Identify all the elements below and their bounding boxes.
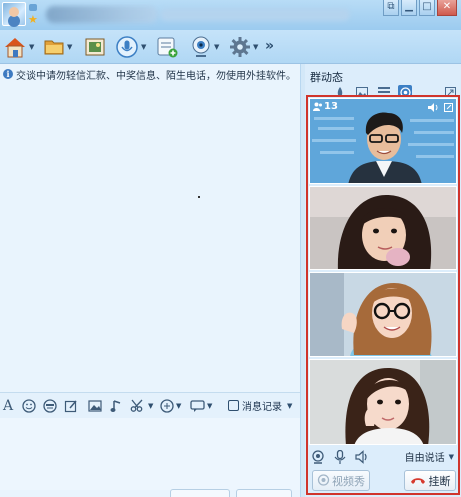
- quick-reply-dropdown-icon[interactable]: ▼: [207, 402, 212, 410]
- chevron-down-icon: ▼: [448, 452, 454, 461]
- message-record-button[interactable]: 消息记录 ▼: [228, 398, 292, 413]
- send-button[interactable]: [236, 489, 292, 497]
- message-record-dropdown-icon[interactable]: ▼: [287, 402, 292, 410]
- video-show-icon: [317, 474, 330, 486]
- restore-button[interactable]: ⧉: [383, 0, 399, 16]
- video-action-row: 视频秀 挂断: [308, 469, 458, 493]
- cursor-dot: [198, 196, 200, 198]
- picture-button[interactable]: [84, 33, 106, 61]
- status-icon: [29, 4, 37, 11]
- history-icon: [228, 400, 239, 411]
- main-toolbar: ▼ ▼ ▼ ▼ ▼ »: [0, 30, 461, 64]
- shake-dropdown-icon[interactable]: ▼: [176, 402, 181, 410]
- folder-icon: [44, 40, 64, 55]
- send-image-icon[interactable]: [88, 398, 102, 414]
- title-bar: ★ ⧉ ▁ □ ✕: [0, 0, 461, 30]
- music-icon[interactable]: [110, 398, 122, 414]
- folder-button[interactable]: ▼: [43, 33, 72, 61]
- voice-button[interactable]: ▼: [115, 33, 146, 61]
- video-control-bar: 自由说话 ▼: [308, 447, 458, 467]
- camera-toggle-icon[interactable]: [311, 450, 325, 464]
- video-tile[interactable]: 13: [309, 98, 457, 184]
- phone-hangup-icon: [410, 477, 425, 484]
- window-controls: ⧉ ▁ □ ✕: [383, 0, 457, 16]
- home-button[interactable]: ▼: [3, 33, 34, 61]
- group-avatar[interactable]: [2, 2, 26, 26]
- gear-icon: [230, 37, 250, 57]
- app-button[interactable]: [155, 33, 179, 61]
- security-notice-text: 交谈中请勿轻信汇款、中奖信息、陌生电话，勿使用外挂软件。: [16, 70, 296, 82]
- group-side-panel: 群动态 13 自由说话 ▼ 视频秀 挂断: [305, 64, 461, 497]
- voice-dropdown-icon[interactable]: ▼: [141, 43, 146, 51]
- video-tile[interactable]: [309, 359, 457, 445]
- quick-reply-icon[interactable]: ▼: [190, 398, 212, 414]
- hangup-label: 挂断: [428, 474, 451, 488]
- settings-button[interactable]: ▼: [229, 33, 258, 61]
- star-icon: ★: [28, 13, 38, 26]
- webcam-dropdown-icon[interactable]: ▼: [214, 43, 219, 51]
- scissors-dropdown-icon[interactable]: ▼: [148, 402, 153, 410]
- message-input[interactable]: [0, 418, 300, 490]
- group-name-blurred: [46, 6, 158, 23]
- shake-icon[interactable]: ▼: [160, 398, 181, 414]
- folder-dropdown-icon[interactable]: ▼: [67, 43, 72, 51]
- group-info-blurred: [160, 8, 350, 21]
- member-count: 13: [324, 101, 338, 112]
- app-icon: [157, 37, 178, 58]
- microphone-icon[interactable]: [334, 450, 346, 464]
- speak-mode-label: 自由说话: [404, 453, 445, 464]
- webcam-button[interactable]: ▼: [190, 33, 219, 61]
- magic-emoji-icon[interactable]: [43, 398, 57, 414]
- picture-icon: [85, 38, 105, 56]
- home-icon: [5, 38, 25, 58]
- hangup-button[interactable]: 挂断: [404, 470, 456, 491]
- group-video-panel: 13 自由说话 ▼ 视频秀 挂断: [306, 95, 460, 495]
- info-icon: i: [3, 69, 13, 79]
- popout-icon[interactable]: [444, 103, 453, 112]
- volume-icon[interactable]: [355, 450, 369, 464]
- settings-dropdown-icon[interactable]: ▼: [253, 43, 258, 51]
- voice-icon: [116, 36, 138, 58]
- members-icon: [313, 102, 322, 111]
- webcam-icon: [192, 36, 210, 57]
- edit-icon[interactable]: [64, 398, 78, 414]
- video-tile[interactable]: [309, 272, 457, 357]
- input-toolbar: A ▼ ▼ ▼ 消息记录 ▼: [0, 392, 300, 418]
- video-show-label: 视频秀: [332, 474, 365, 488]
- more-tools-button[interactable]: »: [265, 38, 274, 54]
- home-dropdown-icon[interactable]: ▼: [29, 43, 34, 51]
- video-tile[interactable]: [309, 186, 457, 270]
- close-button[interactable]: ✕: [437, 0, 457, 16]
- speaker-icon[interactable]: [428, 103, 440, 112]
- font-icon[interactable]: A: [3, 398, 13, 414]
- maximize-button[interactable]: □: [419, 0, 435, 16]
- video-show-button[interactable]: 视频秀: [312, 470, 370, 491]
- screenshot-scissors-icon[interactable]: ▼: [130, 398, 153, 414]
- speak-mode-select[interactable]: 自由说话 ▼: [404, 449, 454, 465]
- minimize-button[interactable]: ▁: [401, 0, 417, 16]
- security-notice: i 交谈中请勿轻信汇款、中奖信息、陌生电话，勿使用外挂软件。: [3, 67, 296, 82]
- close-chat-button[interactable]: [170, 489, 230, 497]
- message-record-label: 消息记录: [242, 402, 282, 413]
- video-tile-overlay: 13: [310, 99, 456, 115]
- emoji-icon[interactable]: [22, 398, 36, 414]
